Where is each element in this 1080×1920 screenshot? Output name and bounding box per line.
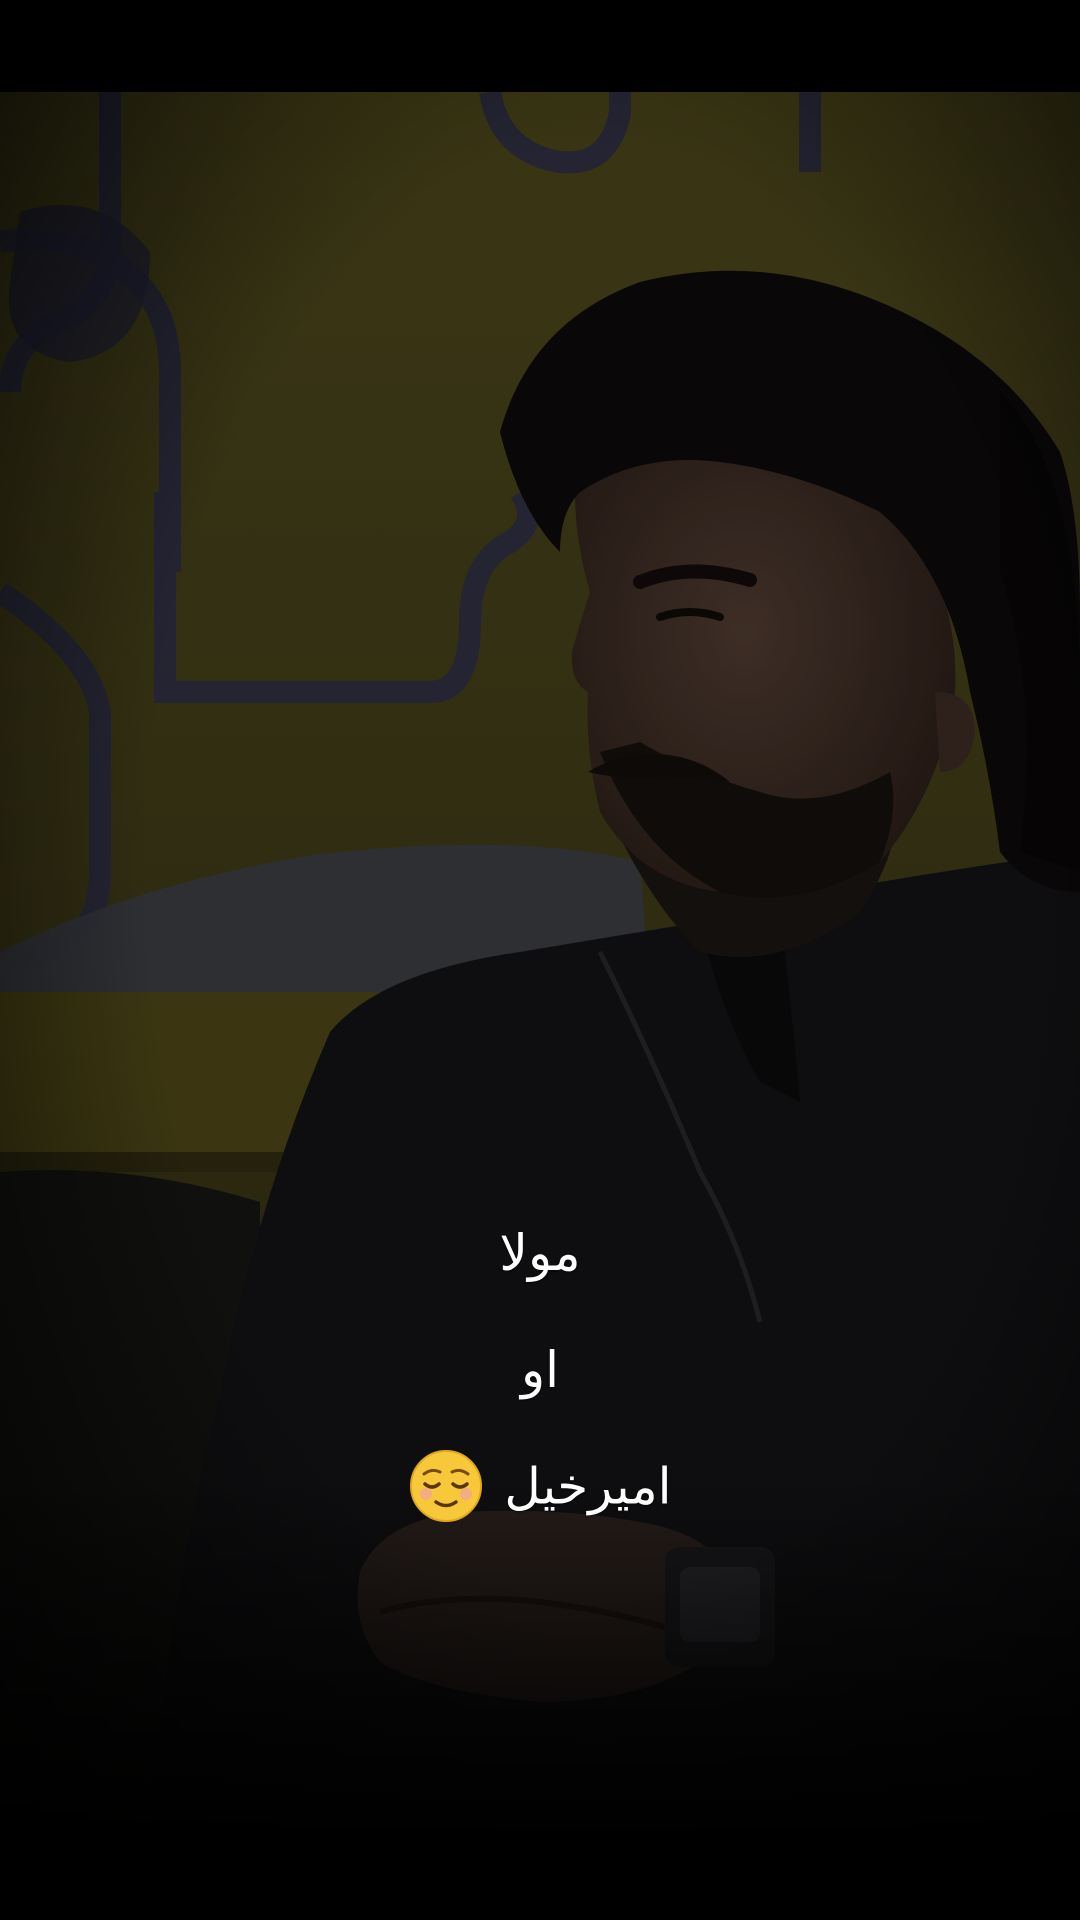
subtitle-line-2: او [520, 1341, 560, 1399]
video-frame: مولا او اميرخيل [0, 0, 1080, 1920]
video-scene [0, 92, 1080, 1830]
subtitle-line-3: اميرخيل [0, 1448, 1080, 1532]
relieved-face-icon [408, 1448, 484, 1532]
subtitle-line-1: مولا [499, 1224, 581, 1282]
subtitle-line-3-text: اميرخيل [504, 1457, 672, 1516]
scene-illustration [0, 92, 1080, 1830]
